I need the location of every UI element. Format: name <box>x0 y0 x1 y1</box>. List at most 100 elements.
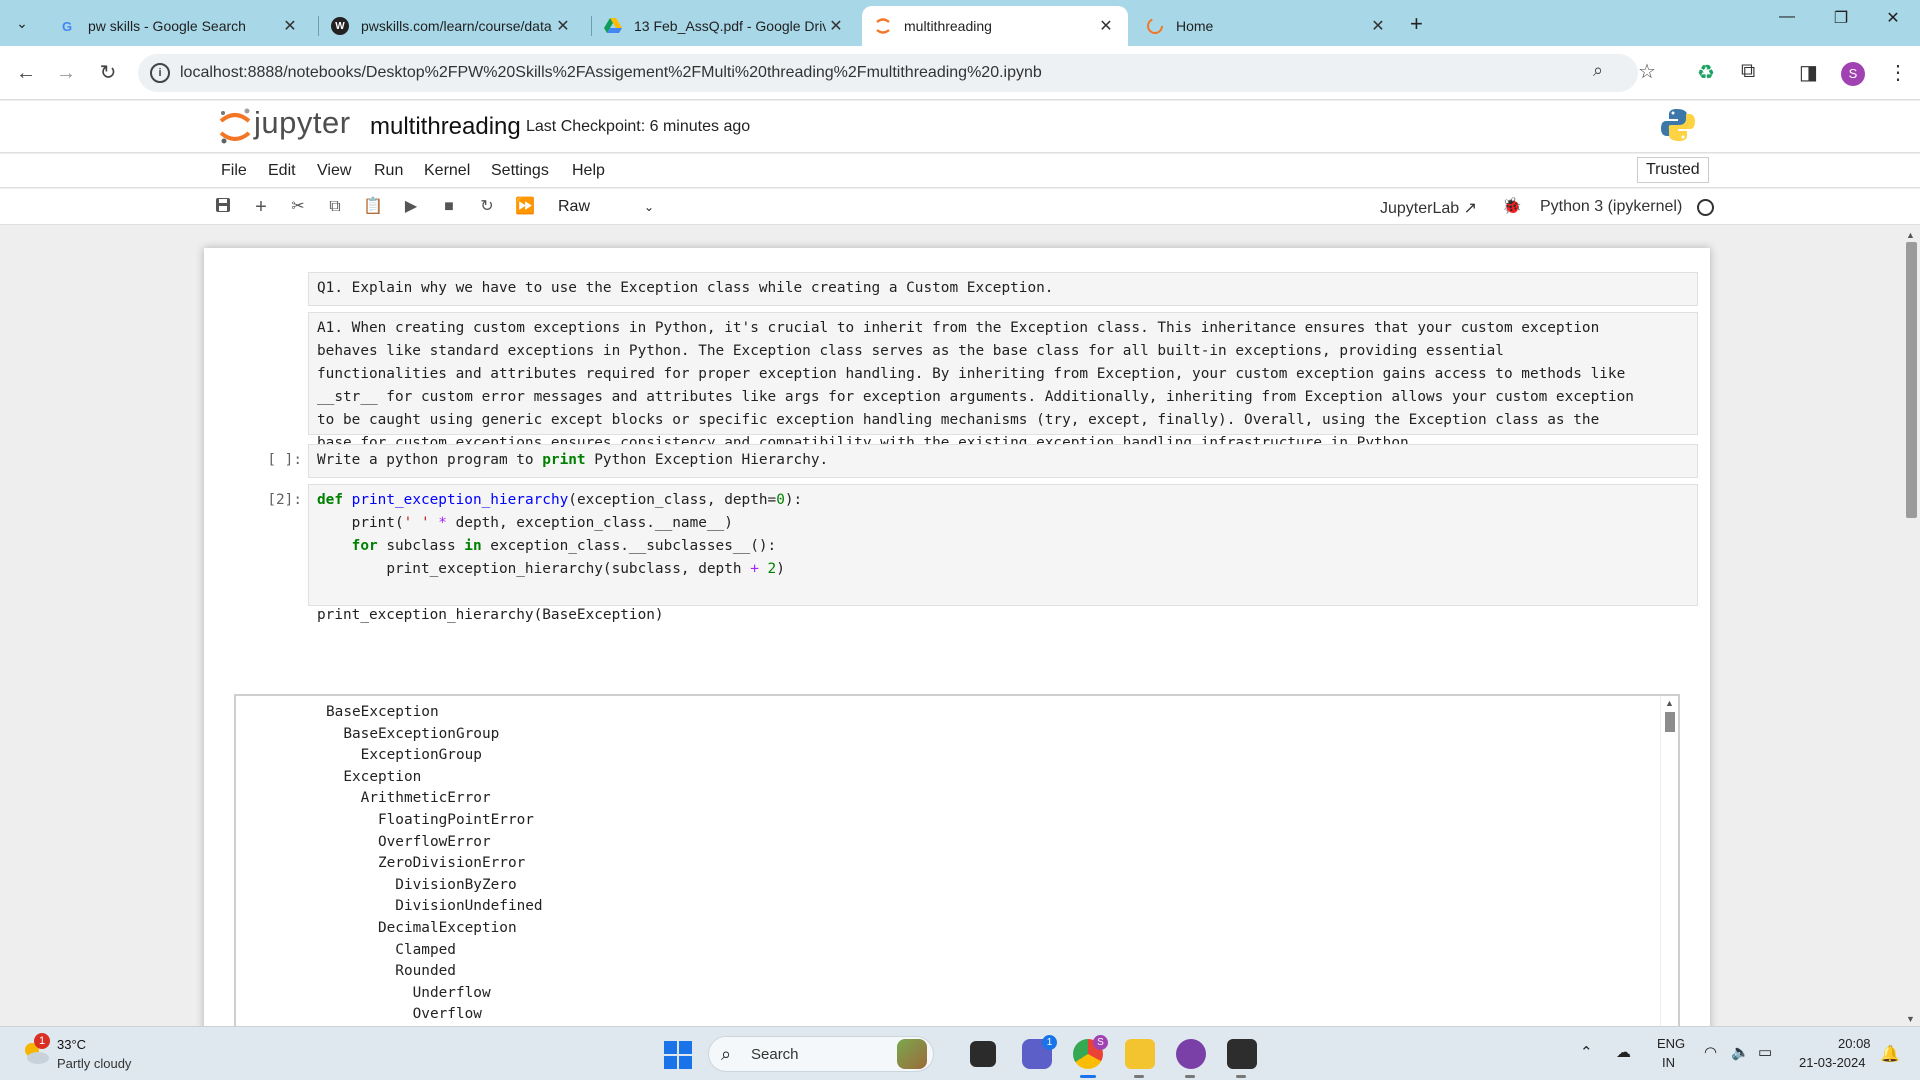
notebook-title[interactable]: multithreading <box>370 113 521 141</box>
debugger-bug-icon[interactable]: 🐞 <box>1502 196 1522 216</box>
forward-arrow-icon[interactable]: → <box>52 59 80 87</box>
code-text: print( <box>317 515 404 531</box>
close-tab-icon[interactable]: ✕ <box>280 16 300 36</box>
paste-icon[interactable]: 📋 <box>362 197 384 217</box>
close-tab-icon[interactable]: ✕ <box>1368 16 1388 36</box>
tab-pwskills[interactable]: W pwskills.com/learn/course/data ✕ <box>319 6 585 46</box>
language-indicator[interactable]: ENG <box>1657 1036 1685 1051</box>
file-explorer-icon[interactable] <box>1125 1039 1155 1069</box>
notebook-area: Q1. Explain why we have to use the Excep… <box>0 226 1920 1026</box>
menu-help[interactable]: Help <box>572 162 605 180</box>
running-app-indicator <box>1185 1075 1195 1078</box>
back-arrow-icon[interactable]: ← <box>12 59 40 87</box>
code-cell-q2[interactable]: Write a python program to print Python E… <box>308 444 1698 478</box>
add-cell-icon[interactable]: + <box>250 197 272 217</box>
tab-title: pwskills.com/learn/course/data <box>361 18 552 34</box>
code-text: print_exception_hierarchy(subclass, dept… <box>317 561 751 577</box>
close-tab-icon[interactable]: ✕ <box>1096 16 1116 36</box>
code-number: 0 <box>776 492 785 508</box>
weather-temperature[interactable]: 33°C <box>57 1037 86 1052</box>
taskbar-search[interactable]: ⌕ Search <box>708 1036 934 1072</box>
notebook-page: Q1. Explain why we have to use the Excep… <box>204 248 1710 1026</box>
cell-output[interactable]: BaseException BaseExceptionGroup Excepti… <box>234 694 1680 1026</box>
tab-multithreading[interactable]: multithreading ✕ <box>862 6 1128 46</box>
stop-icon[interactable]: ■ <box>438 197 460 217</box>
external-link-icon: ↗ <box>1463 200 1478 217</box>
side-panel-icon[interactable]: ◨ <box>1799 60 1818 85</box>
close-tab-icon[interactable]: ✕ <box>826 16 846 36</box>
menu-file[interactable]: File <box>221 162 247 180</box>
restart-run-all-icon[interactable]: ⏩ <box>514 197 536 217</box>
notebook-toolbar: + ✂ ⧉ 📋 ▶ ■ ↻ ⏩ Raw ⌄ JupyterLab ↗ 🐞 Pyt… <box>0 189 1920 225</box>
menu-run[interactable]: Run <box>374 162 403 180</box>
zoom-icon[interactable]: ⌕ <box>1593 60 1603 81</box>
address-bar[interactable]: i localhost:8888/notebooks/Desktop%2FPW%… <box>138 54 1656 92</box>
volume-icon[interactable]: 🔈 <box>1731 1043 1750 1061</box>
bookmark-star-icon[interactable]: ☆ <box>1638 59 1656 84</box>
language-region[interactable]: IN <box>1662 1055 1675 1070</box>
url-text[interactable]: localhost:8888/notebooks/Desktop%2FPW%20… <box>180 64 1042 82</box>
run-icon[interactable]: ▶ <box>400 197 422 217</box>
menu-view[interactable]: View <box>317 162 351 180</box>
restart-icon[interactable]: ↻ <box>476 197 498 217</box>
google-icon: G <box>61 18 73 34</box>
minimize-icon[interactable]: — <box>1764 8 1810 26</box>
site-info-icon[interactable]: i <box>150 63 170 83</box>
tab-home[interactable]: Home ✕ <box>1134 6 1400 46</box>
wifi-icon[interactable]: ◠ <box>1704 1043 1717 1061</box>
page-scrollbar[interactable]: ▲ ▼ <box>1902 226 1920 1026</box>
new-tab-button[interactable]: + <box>1410 11 1423 37</box>
tab-search-button[interactable]: ⌄ <box>8 9 36 37</box>
terminal-icon[interactable] <box>1227 1039 1257 1069</box>
tab-google-drive[interactable]: 13 Feb_AssQ.pdf - Google Drive ✕ <box>592 6 858 46</box>
browser-tab-strip: ⌄ G pw skills - Google Search ✕ W pwskil… <box>0 0 1920 46</box>
trusted-indicator[interactable]: Trusted <box>1637 157 1709 183</box>
scrollbar-thumb[interactable] <box>1665 712 1675 732</box>
weather-condition[interactable]: Partly cloudy <box>57 1056 131 1071</box>
menu-kernel[interactable]: Kernel <box>424 162 470 180</box>
chevron-up-icon[interactable]: ⌃ <box>1580 1043 1593 1061</box>
clock-date[interactable]: 21-03-2024 <box>1799 1055 1866 1070</box>
restore-icon[interactable]: ❐ <box>1818 8 1864 28</box>
code-cell-hierarchy[interactable]: def print_exception_hierarchy(exception_… <box>308 484 1698 623</box>
clock-time[interactable]: 20:08 <box>1838 1036 1871 1051</box>
output-scrollbar[interactable]: ▲ <box>1660 696 1678 1026</box>
save-icon[interactable] <box>212 197 234 217</box>
markdown-cell-q1[interactable]: Q1. Explain why we have to use the Excep… <box>308 272 1698 306</box>
profile-avatar[interactable]: S <box>1841 62 1865 86</box>
task-view-icon[interactable] <box>970 1041 996 1067</box>
code-text: exception_class.__subclasses__(): <box>481 538 777 554</box>
code-text: subclass <box>377 538 465 554</box>
menu-edit[interactable]: Edit <box>268 162 296 180</box>
menu-settings[interactable]: Settings <box>491 162 549 180</box>
extensions-puzzle-icon[interactable]: ⧉ <box>1741 60 1755 83</box>
raw-cell-a1[interactable]: A1. When creating custom exceptions in P… <box>308 312 1698 451</box>
scroll-up-icon[interactable]: ▲ <box>1665 698 1674 708</box>
jupyterlab-link[interactable]: JupyterLab ↗ <box>1380 198 1477 218</box>
cell-type-select[interactable]: Raw ⌄ <box>548 194 660 220</box>
close-window-icon[interactable]: ✕ <box>1870 8 1916 28</box>
onedrive-icon[interactable]: ☁ <box>1616 1043 1631 1061</box>
extension-icon[interactable]: ♻ <box>1697 60 1715 85</box>
google-drive-icon <box>604 17 622 35</box>
pwskills-icon: W <box>331 17 349 35</box>
scroll-down-icon[interactable]: ▼ <box>1906 1014 1915 1024</box>
battery-icon[interactable]: ▭ <box>1758 1043 1772 1061</box>
tab-google-search[interactable]: G pw skills - Google Search ✕ <box>46 6 312 46</box>
scroll-up-icon[interactable]: ▲ <box>1906 230 1915 240</box>
close-tab-icon[interactable]: ✕ <box>553 16 573 36</box>
copy-icon[interactable]: ⧉ <box>324 197 346 217</box>
windows-start-icon[interactable] <box>664 1041 692 1069</box>
scrollbar-thumb[interactable] <box>1906 242 1917 518</box>
notification-bell-icon[interactable]: 🔔 <box>1880 1044 1900 1064</box>
cut-icon[interactable]: ✂ <box>287 197 309 217</box>
code-function-name: print_exception_hierarchy <box>351 492 569 508</box>
code-keyword: def <box>317 492 343 508</box>
reload-icon[interactable]: ↻ <box>94 59 122 87</box>
kernel-name[interactable]: Python 3 (ipykernel) <box>1540 198 1682 216</box>
teams-badge: 1 <box>1042 1035 1057 1050</box>
more-menu-icon[interactable]: ⋮ <box>1888 60 1908 85</box>
jupyter-logo-text[interactable]: jupyter <box>254 105 351 141</box>
jupyter-logo-icon[interactable] <box>218 107 252 145</box>
github-desktop-icon[interactable] <box>1176 1039 1206 1069</box>
